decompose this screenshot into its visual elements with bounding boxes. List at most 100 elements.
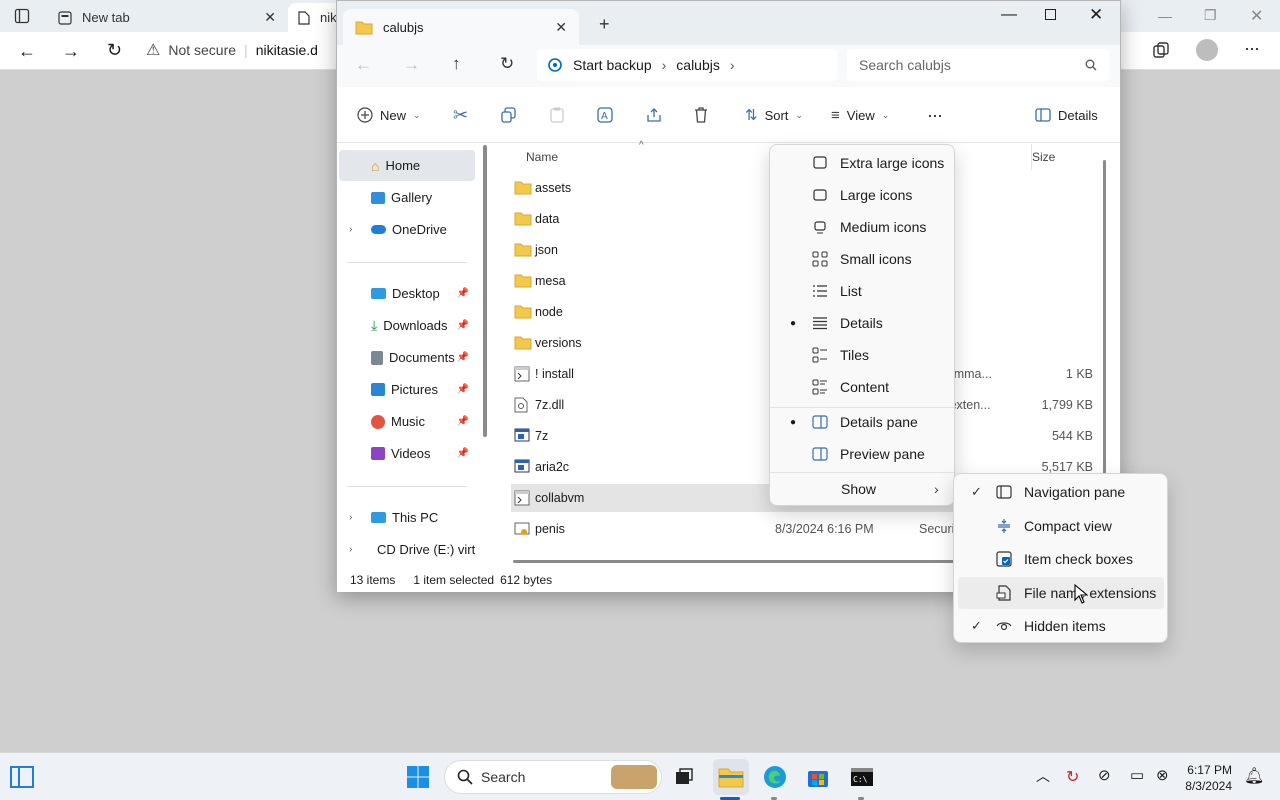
nav-item-this-pc[interactable]: › This PC [339, 502, 475, 533]
task-view-icon[interactable] [668, 761, 700, 793]
maximize-icon[interactable] [1045, 9, 1056, 20]
profile-avatar[interactable] [1196, 39, 1218, 61]
file-name: aria2c [535, 460, 570, 474]
menu-item-file-name-extensions[interactable]: File name extensions [958, 576, 1164, 609]
breadcrumb[interactable]: Start backup › calubjs › [537, 49, 837, 81]
nav-item-downloads[interactable]: ⤓ Downloads 📌 [339, 310, 475, 341]
menu-item-show[interactable]: Show › [774, 473, 952, 505]
terminal-icon[interactable]: C:\ [846, 761, 878, 793]
show-hidden-icons-icon[interactable]: ︿ [1036, 766, 1050, 786]
breadcrumb-start-backup[interactable]: Start backup [573, 57, 652, 73]
menu-item-hidden-items[interactable]: ✓ Hidden items [958, 610, 1164, 642]
up-arrow-icon[interactable]: ↑ [452, 54, 461, 74]
menu-item-list[interactable]: List [774, 275, 952, 307]
sort-button[interactable]: ⇅ Sort ⌄ [745, 87, 803, 143]
display-icon[interactable]: ▭ [1130, 766, 1144, 784]
collections-icon[interactable] [1152, 41, 1170, 59]
clock[interactable]: 6:17 PM 8/3/2024 [1185, 762, 1232, 794]
nav-item-cd-drive[interactable]: › CD Drive (E:) virt [339, 534, 475, 565]
file-list-scrollbar[interactable] [1103, 160, 1106, 520]
widgets-icon[interactable] [6, 761, 38, 793]
more-options-icon[interactable]: ··· [1244, 38, 1260, 59]
pin-icon[interactable]: 📌 [457, 288, 469, 299]
breadcrumb-calubjs[interactable]: calubjs [676, 57, 720, 73]
search-icon [1085, 59, 1097, 71]
notification-bell-icon[interactable]: 🔔︎ [1244, 766, 1264, 786]
browser-restore-icon[interactable]: ❐ [1204, 7, 1217, 24]
pin-icon[interactable]: 📌 [457, 416, 469, 427]
edge-icon[interactable] [759, 761, 791, 793]
forward-arrow-icon[interactable]: → [403, 55, 420, 75]
menu-item-medium-icons[interactable]: Medium icons [774, 211, 952, 243]
close-tab-icon[interactable]: ✕ [264, 9, 276, 26]
nav-item-desktop[interactable]: Desktop 📌 [339, 278, 475, 309]
menu-item-small-icons[interactable]: Small icons [774, 243, 952, 275]
nav-item-videos[interactable]: Videos 📌 [339, 438, 475, 469]
start-button[interactable] [402, 761, 434, 793]
nav-label: Documents [389, 350, 455, 365]
details-button-label: Details [1058, 107, 1098, 123]
browser-tab-new-tab[interactable]: New tab ✕ [48, 3, 286, 32]
menu-item-details[interactable]: ● Details [774, 307, 952, 339]
selected-bullet-icon: ● [790, 416, 797, 428]
copy-icon[interactable] [501, 87, 517, 143]
file-name-extensions-icon [996, 584, 1012, 601]
pin-icon[interactable]: 📌 [457, 320, 469, 331]
search-input[interactable]: Search calubjs [847, 49, 1109, 81]
network-offline-icon[interactable]: ⊘ [1098, 766, 1111, 784]
item-check-boxes-icon [996, 551, 1012, 567]
column-header-name[interactable]: Name [526, 150, 558, 164]
pin-icon[interactable]: 📌 [457, 352, 469, 363]
browser-close-icon[interactable]: ✕ [1250, 6, 1263, 26]
details-pane-button[interactable]: Details [1035, 87, 1098, 143]
view-button[interactable]: ≡ View ⌄ [831, 87, 889, 143]
menu-item-tiles[interactable]: Tiles [774, 339, 952, 371]
cut-icon[interactable]: ✂ [453, 87, 468, 143]
pin-icon[interactable]: 📌 [457, 448, 469, 459]
menu-item-item-check-boxes[interactable]: Item check boxes [958, 543, 1164, 575]
share-icon[interactable] [646, 87, 662, 143]
menu-item-details-pane[interactable]: ● Details pane [774, 406, 952, 438]
file-size: 544 KB [1051, 429, 1093, 443]
tab-actions-icon[interactable] [14, 8, 30, 24]
reload-icon[interactable]: ↻ [107, 40, 122, 61]
store-icon[interactable] [802, 761, 834, 793]
nav-item-onedrive[interactable]: › OneDrive [339, 214, 475, 245]
menu-item-navigation-pane[interactable]: ✓ Navigation pane [958, 476, 1164, 508]
browser-minimize-icon[interactable]: — [1158, 8, 1172, 24]
new-button[interactable]: New ⌄ [357, 87, 421, 143]
nav-scrollbar[interactable] [483, 145, 487, 437]
back-arrow-icon[interactable]: ← [18, 41, 36, 62]
column-header-size[interactable]: Size [1032, 150, 1055, 164]
back-arrow-icon[interactable]: ← [355, 55, 372, 75]
sort-button-label: Sort [764, 107, 789, 123]
menu-item-content[interactable]: Content [774, 371, 952, 403]
taskbar-search[interactable]: Search [444, 760, 662, 794]
rename-icon[interactable]: A [597, 87, 613, 143]
menu-item-large-icons[interactable]: Large icons [774, 179, 952, 211]
nav-item-gallery[interactable]: Gallery [339, 182, 475, 213]
close-window-icon[interactable]: ✕ [1089, 5, 1103, 25]
pin-icon[interactable]: 📌 [457, 384, 469, 395]
forward-arrow-icon[interactable]: → [62, 41, 80, 62]
file-explorer-taskbar-icon[interactable] [713, 759, 749, 795]
nav-item-music[interactable]: Music 📌 [339, 406, 475, 437]
paste-icon[interactable] [550, 87, 564, 143]
menu-item-compact-view[interactable]: Compact view [958, 510, 1164, 542]
nav-item-pictures[interactable]: Pictures 📌 [339, 374, 475, 405]
address-bar[interactable]: ⚠ Not secure | nikitasie.d [146, 36, 346, 64]
menu-item-extra-large-icons[interactable]: Extra large icons [774, 147, 952, 179]
nav-item-documents[interactable]: Documents 📌 [339, 342, 475, 373]
update-icon[interactable]: ↻ [1066, 767, 1079, 787]
minimize-icon[interactable]: — [1001, 6, 1017, 24]
refresh-icon[interactable]: ↻ [500, 54, 514, 74]
more-options-icon[interactable]: ··· [927, 87, 943, 143]
volume-muted-icon[interactable]: ⊗ [1156, 766, 1169, 784]
new-tab-plus-icon[interactable]: + [599, 14, 610, 35]
explorer-tab[interactable]: calubjs ✕ [343, 9, 579, 45]
close-tab-icon[interactable]: ✕ [555, 19, 567, 36]
nav-item-home[interactable]: ⌂ Home [339, 150, 475, 181]
delete-icon[interactable] [694, 87, 708, 143]
menu-item-preview-pane[interactable]: Preview pane [774, 438, 952, 470]
explorer-title-bar: calubjs ✕ + — ✕ [337, 1, 1120, 45]
